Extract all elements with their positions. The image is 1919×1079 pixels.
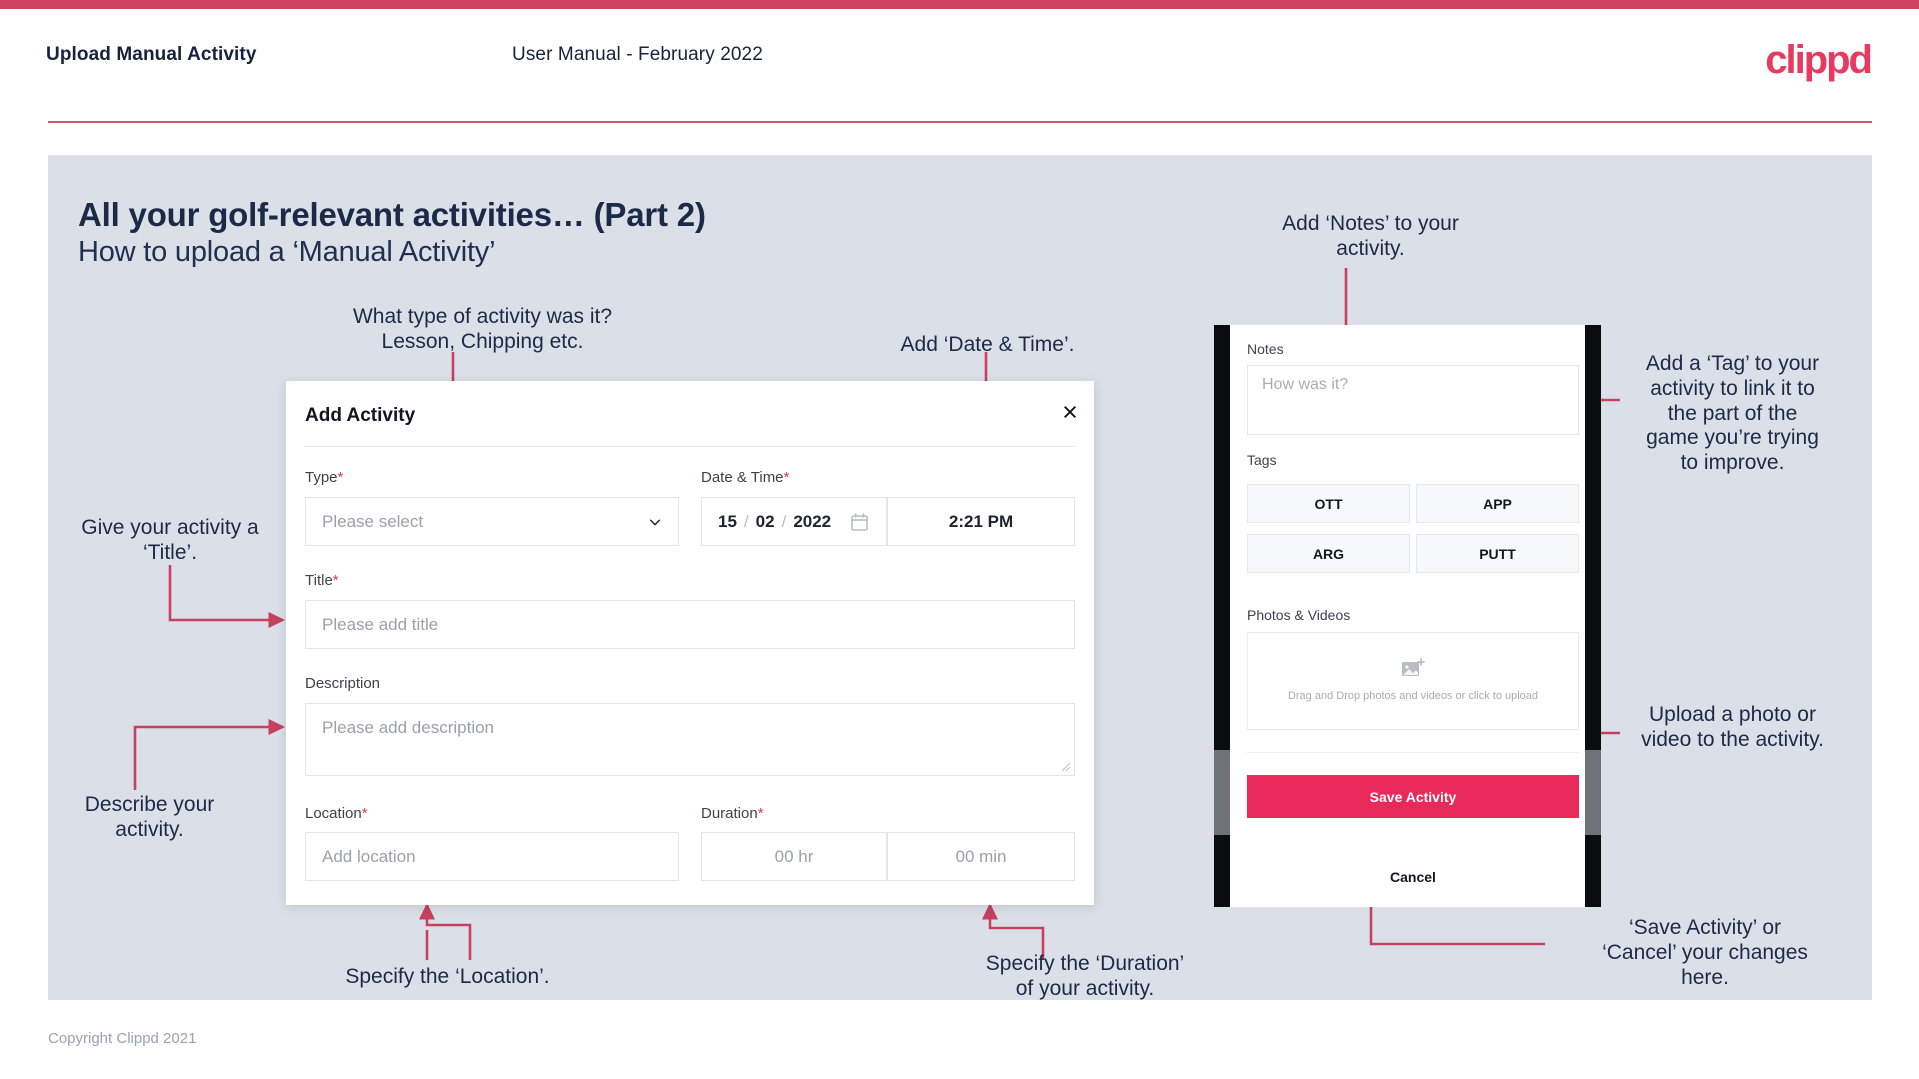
date-input[interactable]: 15 / 02 / 2022 bbox=[701, 497, 887, 546]
header-divider bbox=[48, 121, 1872, 123]
duration-hours-input[interactable]: 00 hr bbox=[701, 832, 887, 881]
slide-page: Upload Manual Activity User Manual - Feb… bbox=[0, 0, 1919, 1079]
dialog-divider bbox=[305, 446, 1075, 447]
calendar-icon[interactable] bbox=[851, 512, 868, 531]
location-input[interactable]: Add location bbox=[305, 832, 679, 881]
header-subtitle: User Manual - February 2022 bbox=[512, 44, 763, 65]
copyright-text: Copyright Clippd 2021 bbox=[48, 1030, 197, 1047]
annotation-type: What type of activity was it? Lesson, Ch… bbox=[352, 305, 613, 353]
tag-button-app[interactable]: APP bbox=[1416, 484, 1579, 523]
slide-subheading: How to upload a ‘Manual Activity’ bbox=[78, 236, 496, 268]
tag-button-ott[interactable]: OTT bbox=[1247, 484, 1410, 523]
clippd-logo: clippd bbox=[1765, 38, 1873, 82]
type-label-text: Type bbox=[305, 469, 338, 486]
time-value: 2:21 PM bbox=[948, 511, 1014, 531]
location-label-text: Location bbox=[305, 805, 362, 822]
notes-textarea[interactable]: How was it? bbox=[1247, 365, 1579, 435]
description-placeholder: Please add description bbox=[322, 718, 495, 737]
duration-label-text: Duration bbox=[701, 805, 758, 822]
top-accent-bar bbox=[0, 0, 1919, 9]
annotation-notes: Add ‘Notes’ to your activity. bbox=[1282, 212, 1459, 260]
description-label-text: Description bbox=[305, 675, 381, 692]
close-icon[interactable]: × bbox=[1055, 398, 1085, 428]
chevron-down-icon bbox=[649, 519, 661, 525]
resize-grip-icon[interactable] bbox=[1061, 762, 1071, 772]
location-label: Location* bbox=[305, 805, 368, 822]
title-required-mark: * bbox=[332, 572, 339, 589]
annotation-datetime: Add ‘Date & Time’. bbox=[900, 333, 1075, 356]
duration-required-mark: * bbox=[757, 805, 764, 822]
description-textarea[interactable]: Please add description bbox=[305, 703, 1075, 776]
title-label-text: Title bbox=[305, 572, 333, 589]
slide-heading: All your golf-relevant activities… (Part… bbox=[78, 196, 706, 233]
type-label: Type* bbox=[305, 469, 343, 486]
date-day: 15 bbox=[718, 511, 737, 531]
duration-minutes-input[interactable]: 00 min bbox=[887, 832, 1075, 881]
notes-label: Notes bbox=[1247, 341, 1284, 357]
title-input[interactable]: Please add title bbox=[305, 600, 1075, 649]
photo-dropzone[interactable]: Drag and Drop photos and videos or click… bbox=[1247, 632, 1579, 730]
type-select[interactable]: Please select bbox=[305, 497, 679, 546]
tag-button-arg[interactable]: ARG bbox=[1247, 534, 1410, 573]
annotation-title: Give your activity a ‘Title’. bbox=[81, 516, 259, 564]
phone-edge-left bbox=[1214, 750, 1230, 835]
date-month: 02 bbox=[755, 511, 775, 531]
dialog-title: Add Activity bbox=[305, 405, 416, 426]
tag-button-putt[interactable]: PUTT bbox=[1416, 534, 1579, 573]
annotation-duration: Specify the ‘Duration’ of your activity. bbox=[985, 952, 1185, 1000]
date-sep-1: / bbox=[743, 511, 749, 531]
duration-minutes-placeholder: 00 min bbox=[955, 846, 1007, 866]
dropzone-text: Drag and Drop photos and videos or click… bbox=[1287, 689, 1539, 702]
page-title: Upload Manual Activity bbox=[46, 44, 257, 65]
annotation-location: Specify the ‘Location’. bbox=[345, 965, 550, 988]
location-required-mark: * bbox=[361, 805, 368, 822]
date-year: 2022 bbox=[793, 511, 832, 531]
annotation-tags: Add a ‘Tag’ to your activity to link it … bbox=[1645, 352, 1820, 475]
title-label: Title* bbox=[305, 572, 339, 589]
type-placeholder: Please select bbox=[322, 511, 424, 531]
datetime-label: Date & Time* bbox=[701, 469, 789, 486]
duration-hours-placeholder: 00 hr bbox=[774, 846, 814, 866]
date-value: 15 / 02 / 2022 bbox=[718, 512, 831, 532]
duration-label: Duration* bbox=[701, 805, 764, 822]
save-activity-button[interactable]: Save Activity bbox=[1247, 775, 1579, 818]
type-required-mark: * bbox=[337, 469, 344, 486]
datetime-required-mark: * bbox=[783, 469, 790, 486]
phone-edge-right bbox=[1585, 750, 1601, 835]
add-image-icon bbox=[1402, 657, 1425, 676]
date-sep-2: / bbox=[781, 511, 787, 531]
annotation-description: Describe your activity. bbox=[84, 793, 215, 841]
cancel-button[interactable]: Cancel bbox=[1247, 869, 1579, 885]
photos-label: Photos & Videos bbox=[1247, 607, 1351, 623]
time-input[interactable]: 2:21 PM bbox=[887, 497, 1075, 546]
annotation-photos: Upload a photo or video to the activity. bbox=[1641, 703, 1824, 751]
phone-divider bbox=[1247, 752, 1579, 753]
datetime-label-text: Date & Time bbox=[701, 469, 784, 486]
annotation-save: ‘Save Activity’ or ‘Cancel’ your changes… bbox=[1602, 916, 1808, 989]
title-placeholder: Please add title bbox=[322, 614, 439, 634]
location-placeholder: Add location bbox=[322, 846, 416, 866]
tags-label: Tags bbox=[1247, 452, 1277, 468]
notes-placeholder: How was it? bbox=[1262, 376, 1349, 393]
description-label: Description bbox=[305, 675, 380, 692]
